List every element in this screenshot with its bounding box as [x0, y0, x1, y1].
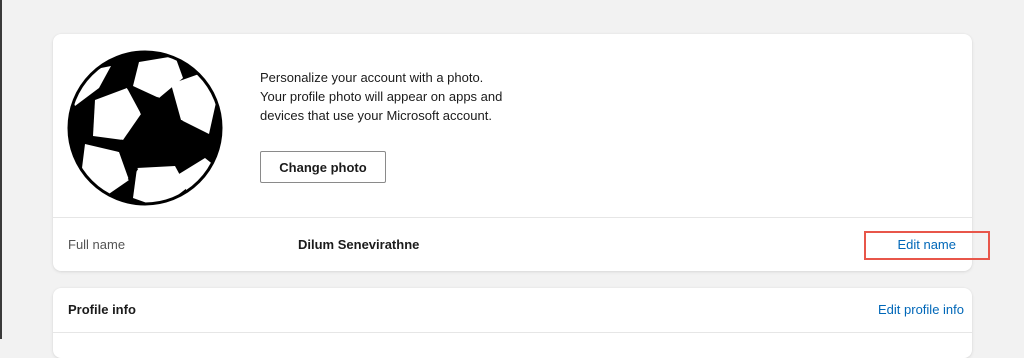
avatar[interactable] — [67, 48, 227, 208]
full-name-label: Full name — [68, 237, 126, 252]
profile-info-card: Profile info Edit profile info — [53, 288, 972, 358]
photo-card: Personalize your account with a photo. Y… — [53, 34, 972, 271]
edit-name-highlight — [864, 231, 990, 260]
full-name-value: Dilum Senevirathne — [298, 237, 420, 252]
profile-divider — [53, 332, 972, 333]
photo-description: Personalize your account with a photo. Y… — [260, 70, 503, 123]
edit-profile-info-link[interactable]: Edit profile info — [878, 302, 964, 317]
change-photo-button[interactable]: Change photo — [260, 151, 386, 183]
soccer-ball-icon — [67, 50, 223, 206]
window-edge — [0, 0, 2, 339]
profile-info-title: Profile info — [68, 302, 136, 317]
section-divider — [53, 217, 972, 218]
